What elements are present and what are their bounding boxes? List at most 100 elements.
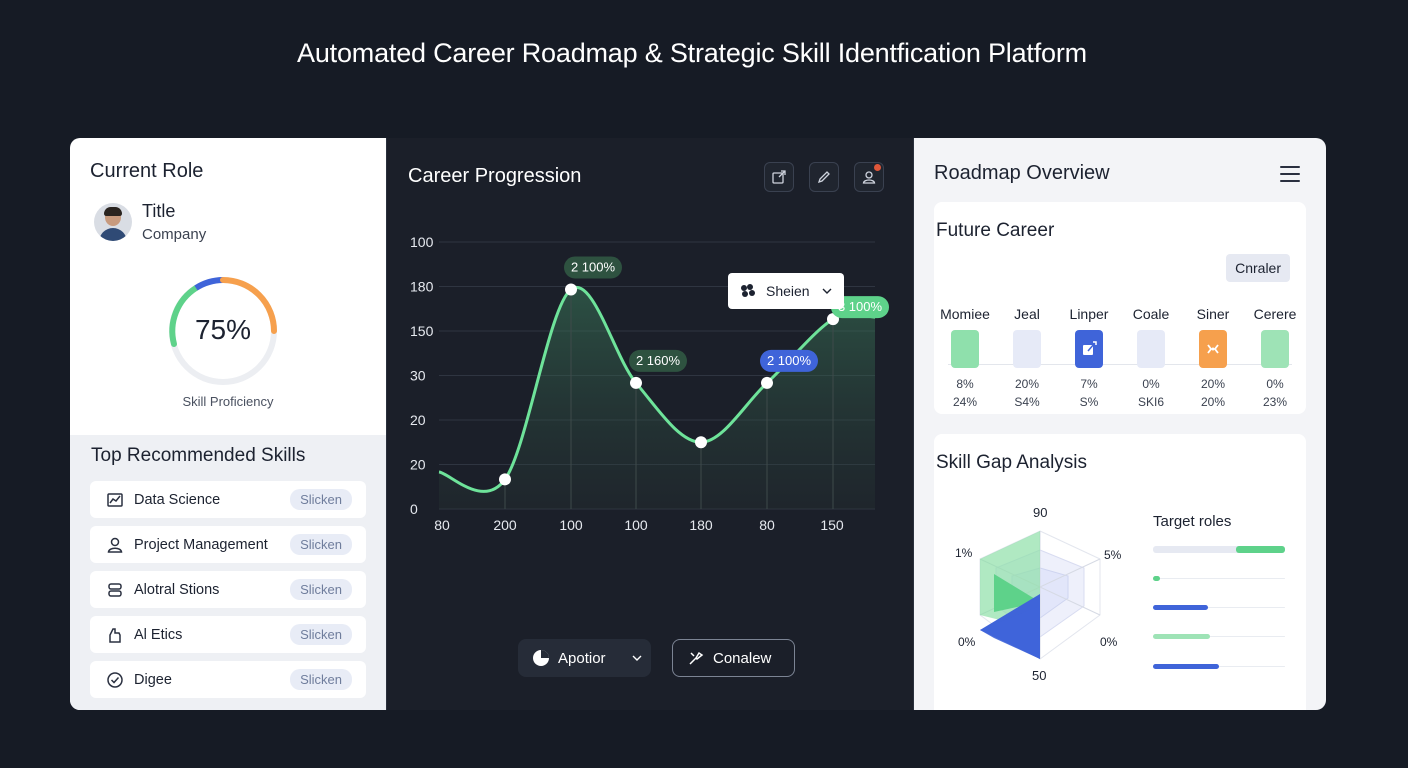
point-label: 2 100% [767, 353, 812, 368]
radar-label-bottom: 50 [1032, 668, 1047, 683]
career-name: Coale [1132, 306, 1170, 322]
menu-icon[interactable] [1280, 166, 1300, 182]
edit-icon [1083, 341, 1097, 355]
recommended-skills-section: Top Recommended Skills Data Science Slic… [70, 435, 386, 710]
future-career-card: Future Career Cnraler Momiee 8% 24% Jeal… [934, 202, 1306, 414]
data-point [565, 283, 577, 296]
data-point [761, 376, 773, 389]
career-name: Cerere [1253, 306, 1297, 322]
dashboard: Current Role Title Company 75% Skill Pro… [70, 138, 1326, 710]
right-panel: Roadmap Overview Future Career Cnraler M… [914, 138, 1326, 710]
apotior-label: Apotior [558, 649, 606, 667]
tools-icon [689, 651, 704, 665]
left-panel: Current Role Title Company 75% Skill Pro… [70, 138, 386, 710]
point-label: 3 100% [838, 299, 883, 314]
y-tick-label: 20 [410, 457, 426, 473]
export-icon [772, 170, 786, 184]
skill-item[interactable]: Project Management Slicken [90, 526, 366, 563]
radar-label-bottom-right: 0% [1100, 635, 1118, 649]
data-point [695, 436, 707, 449]
export-button[interactable] [764, 162, 794, 192]
pencil-icon [817, 171, 830, 184]
skill-gap-card: Skill Gap Analysis 90 1% 5% 0% 0% 50 Tar… [934, 434, 1306, 710]
edit-button[interactable] [809, 162, 839, 192]
page-title: Automated Career Roadmap & Strategic Ski… [297, 38, 1087, 68]
career-value: 0% [1266, 377, 1284, 391]
career-marker [1199, 330, 1227, 368]
pie-icon [533, 650, 549, 666]
career-column[interactable]: Momiee 8% 24% [934, 306, 996, 409]
radar-label-left: 1% [955, 546, 973, 560]
career-progression-heading: Career Progression [408, 165, 582, 187]
chevron-down-icon [632, 655, 642, 661]
skill-name: Alotral Stions [134, 581, 220, 598]
career-chip[interactable]: Cnraler [1226, 254, 1290, 282]
data-point [630, 376, 642, 389]
apotior-button[interactable]: Apotior [518, 639, 651, 677]
radar-label-top: 90 [1033, 505, 1048, 520]
profile-title: Title [142, 201, 176, 221]
future-career-heading: Future Career [936, 220, 1055, 241]
career-marker [1261, 330, 1289, 368]
hand-icon [106, 626, 124, 644]
career-value: 23% [1262, 395, 1288, 409]
skill-badge[interactable]: Slicken [290, 579, 352, 600]
filter-dropdown[interactable]: Sheien [728, 273, 844, 309]
career-column[interactable]: Coale 0% SKI6 [1120, 306, 1182, 409]
chart-icon [106, 491, 124, 509]
group-icon [741, 284, 755, 297]
target-roles-label: Target roles [1153, 513, 1232, 530]
gauge-value: 75% [194, 314, 252, 345]
radar-label-right: 5% [1104, 548, 1122, 562]
y-tick-label: 180 [410, 279, 434, 295]
skill-gap-radar [979, 530, 1101, 660]
skill-badge[interactable]: Slicken [290, 534, 352, 555]
skill-item[interactable]: Data Science Slicken [90, 481, 366, 518]
career-value: 20% [1200, 377, 1226, 391]
user-bell-icon [862, 171, 876, 184]
skill-badge[interactable]: Slicken [290, 669, 352, 690]
x-tick-label: 200 [493, 517, 517, 533]
career-value: 20% [1200, 395, 1226, 409]
filter-label: Sheien [766, 283, 810, 299]
check-circle-icon [106, 671, 124, 689]
conalew-button[interactable]: Conalew [672, 639, 795, 677]
x-tick-label: 100 [559, 517, 583, 533]
target-bar-fill [1153, 576, 1160, 581]
career-name: Jeal [1014, 306, 1040, 322]
skill-item[interactable]: Alotral Stions Slicken [90, 571, 366, 608]
profile[interactable]: Title Company [94, 201, 366, 243]
current-role-heading: Current Role [90, 160, 204, 182]
y-tick-label: 0 [410, 501, 418, 517]
career-marker [1013, 330, 1041, 368]
career-marker [1137, 330, 1165, 368]
x-tick-label: 180 [689, 517, 713, 533]
career-value: S4% [1014, 395, 1040, 409]
skill-item[interactable]: Al Etics Slicken [90, 616, 366, 653]
career-columns: Momiee 8% 24% Jeal 20% S4% Linper 7% S% … [934, 306, 1306, 409]
skill-name: Project Management [134, 536, 268, 553]
career-value: S% [1079, 395, 1099, 409]
radar-label-bottom-left: 0% [958, 635, 976, 649]
target-bar-track [1153, 578, 1285, 579]
target-bar-fill [1153, 605, 1208, 610]
gauge-label: Skill Proficiency [182, 394, 274, 409]
skill-item[interactable]: Digee Slicken [90, 661, 366, 698]
career-column[interactable]: Jeal 20% S4% [996, 306, 1058, 409]
target-bar-fill [1153, 634, 1210, 639]
target-bar-fill [1153, 664, 1219, 669]
skills-heading: Top Recommended Skills [91, 445, 306, 466]
stack-icon [106, 581, 124, 599]
skill-badge[interactable]: Slicken [290, 489, 352, 510]
career-column[interactable]: Linper 7% S% [1058, 306, 1120, 409]
x-tick-label: 80 [434, 517, 450, 533]
notifications-button[interactable] [854, 162, 884, 192]
career-value: SKI6 [1137, 395, 1164, 409]
skill-badge[interactable]: Slicken [290, 624, 352, 645]
career-value: 8% [956, 377, 974, 391]
career-column[interactable]: Cerere 0% 23% [1244, 306, 1306, 409]
skill-list: Data Science Slicken Project Management … [90, 481, 366, 698]
career-column[interactable]: Siner 20% 20% [1182, 306, 1244, 409]
y-tick-label: 150 [410, 323, 434, 339]
career-value: 24% [952, 395, 978, 409]
